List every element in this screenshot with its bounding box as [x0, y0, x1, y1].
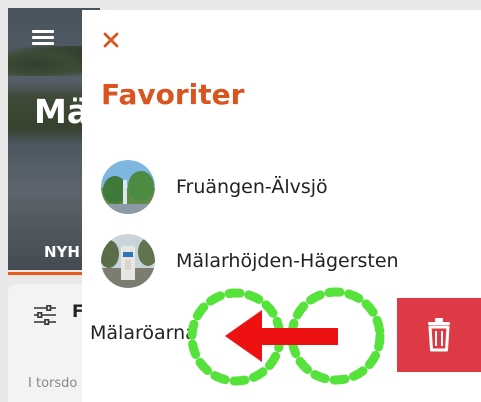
filter-icon[interactable] — [33, 305, 57, 325]
favorite-item[interactable]: Mälarhöjden-Hägersten — [101, 234, 471, 290]
page-title-partial: Mä — [34, 92, 90, 131]
favorite-item[interactable]: Fruängen-Älvsjö — [101, 160, 471, 216]
delete-button[interactable] — [397, 298, 481, 372]
tab-news-partial[interactable]: NYH — [44, 243, 80, 261]
favorite-label: Fruängen-Älvsjö — [176, 176, 328, 198]
avatar — [101, 234, 155, 288]
trash-icon — [428, 318, 450, 352]
hamburger-icon[interactable] — [32, 30, 54, 45]
close-icon[interactable] — [101, 30, 121, 50]
favorite-label: Mälaröarna — [90, 322, 197, 344]
drawer-title: Favoriter — [101, 78, 245, 111]
card-text-partial: I torsdo — [28, 376, 78, 391]
avatar — [101, 160, 155, 214]
favorite-label: Mälarhöjden-Hägersten — [176, 250, 399, 272]
